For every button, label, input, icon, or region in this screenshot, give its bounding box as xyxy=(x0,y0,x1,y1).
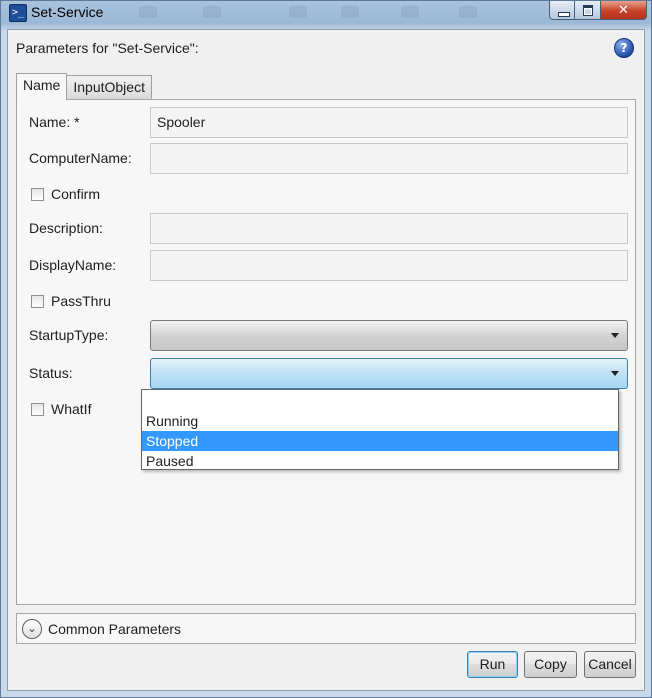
startuptype-label: StartupType: xyxy=(29,327,109,343)
help-icon[interactable]: ? xyxy=(614,38,634,58)
blurred-taskbar-icon xyxy=(401,6,419,18)
title-bar[interactable]: >_ Set-Service xyxy=(1,1,652,27)
dialog-heading: Parameters for "Set-Service": xyxy=(16,40,199,56)
confirm-option[interactable]: Confirm xyxy=(31,186,100,202)
copy-button[interactable]: Copy xyxy=(524,651,577,678)
confirm-label: Confirm xyxy=(51,186,101,202)
status-dropdown-list: Running Stopped Paused xyxy=(141,389,619,470)
status-option-stopped[interactable]: Stopped xyxy=(142,431,618,451)
displayname-label: DisplayName: xyxy=(29,257,117,273)
status-option-running[interactable]: Running xyxy=(142,411,618,431)
name-field[interactable]: Spooler xyxy=(150,107,628,138)
blurred-taskbar-icon xyxy=(139,6,157,18)
displayname-field[interactable] xyxy=(150,250,628,281)
passthru-checkbox[interactable] xyxy=(31,294,44,308)
whatif-checkbox[interactable] xyxy=(31,402,44,416)
minimize-button[interactable] xyxy=(549,1,575,20)
common-parameters-label: Common Parameters xyxy=(48,621,182,637)
startuptype-combobox[interactable] xyxy=(150,320,628,351)
computername-field[interactable] xyxy=(150,143,628,174)
dialog-window: >_ Set-Service Parameters for "Set-Servi… xyxy=(0,0,652,698)
blurred-taskbar-icon xyxy=(203,6,221,18)
run-button[interactable]: Run xyxy=(467,651,518,678)
status-option-empty[interactable] xyxy=(142,390,618,410)
status-option-paused[interactable]: Paused xyxy=(142,451,618,471)
computername-label: ComputerName: xyxy=(29,150,132,166)
confirm-checkbox[interactable] xyxy=(31,187,44,201)
blurred-taskbar-icon xyxy=(289,6,307,18)
passthru-option[interactable]: PassThru xyxy=(31,293,111,309)
maximize-button[interactable] xyxy=(575,1,601,20)
blurred-taskbar-icon xyxy=(459,6,477,18)
chevron-down-icon xyxy=(611,333,619,338)
whatif-option[interactable]: WhatIf xyxy=(31,401,91,417)
dialog-client-area: Parameters for "Set-Service": ? Name Inp… xyxy=(7,29,645,691)
parameters-panel: Name: * Spooler ComputerName: Confirm De… xyxy=(16,99,636,605)
chevron-down-icon[interactable]: ⌄ xyxy=(22,619,42,639)
cancel-button[interactable]: Cancel xyxy=(584,651,636,678)
status-label: Status: xyxy=(29,365,73,381)
tab-name[interactable]: Name xyxy=(16,73,68,100)
close-button[interactable] xyxy=(601,1,647,20)
chevron-down-icon xyxy=(611,371,619,376)
whatif-label: WhatIf xyxy=(51,401,92,417)
tab-strip: Name InputObject xyxy=(16,73,152,100)
common-parameters-expander[interactable]: ⌄ Common Parameters xyxy=(16,613,636,644)
powershell-icon: >_ xyxy=(9,4,27,22)
name-label: Name: * xyxy=(29,114,80,130)
tab-inputobject[interactable]: InputObject xyxy=(67,75,152,99)
window-title: Set-Service xyxy=(31,4,104,20)
description-label: Description: xyxy=(29,220,103,236)
description-field[interactable] xyxy=(150,213,628,244)
status-combobox[interactable] xyxy=(150,358,628,389)
caption-buttons xyxy=(549,1,647,21)
passthru-label: PassThru xyxy=(51,293,111,309)
blurred-taskbar-icon xyxy=(341,6,359,18)
